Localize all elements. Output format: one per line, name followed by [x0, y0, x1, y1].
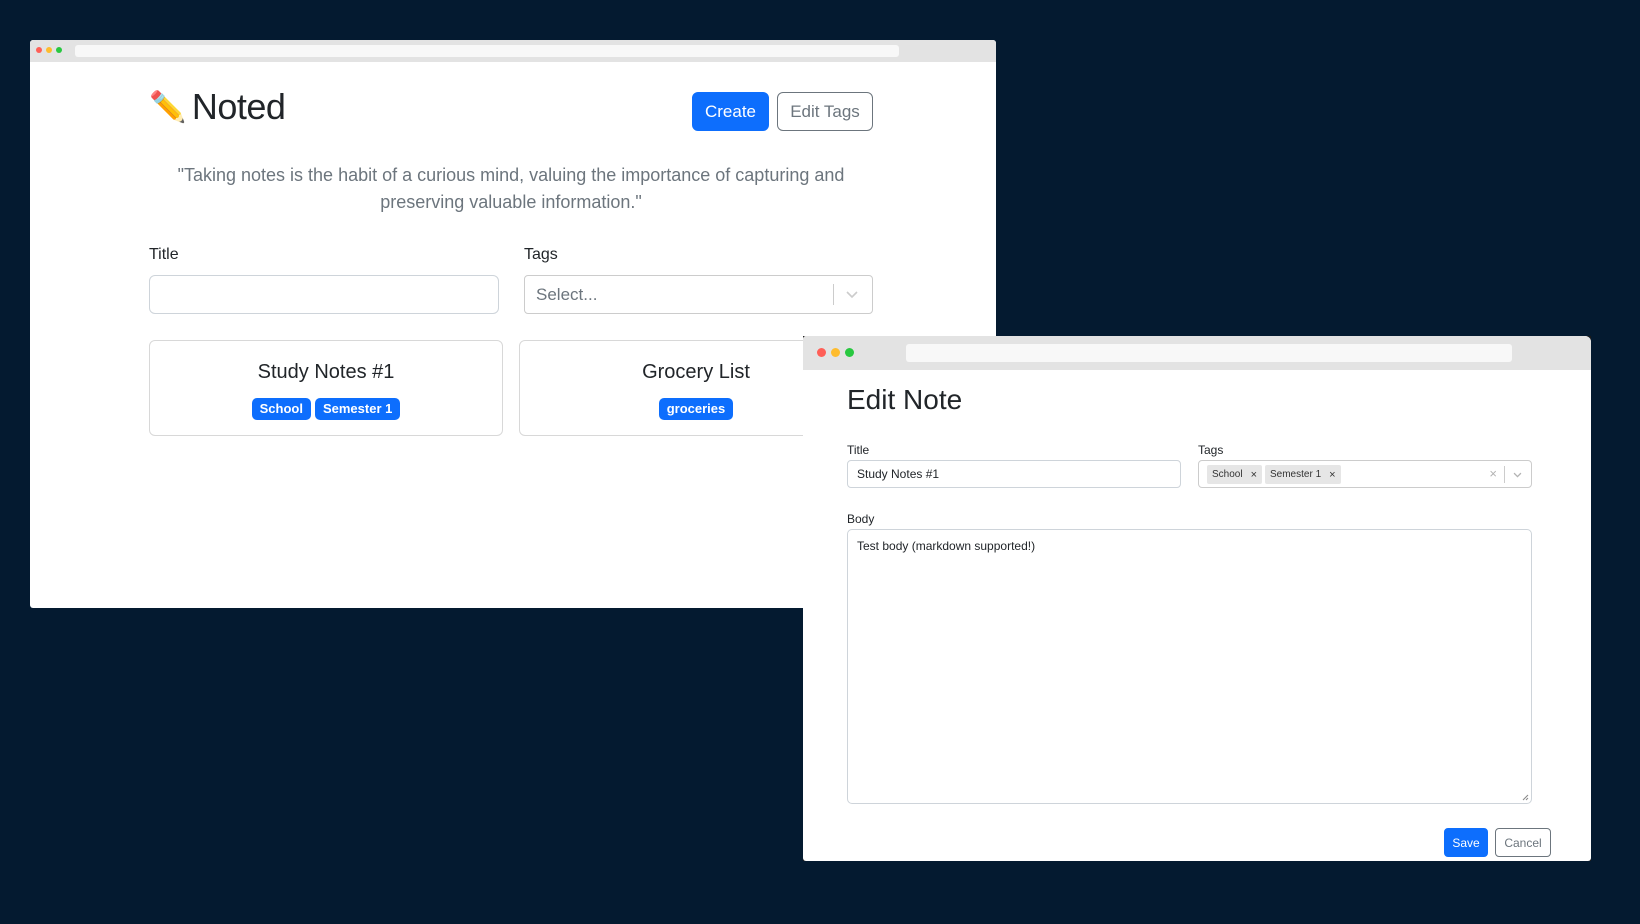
body-label: Body	[847, 512, 875, 526]
tags-filter-label: Tags	[524, 246, 558, 263]
chevron-down-icon[interactable]	[844, 286, 860, 302]
minimize-window-dot[interactable]	[831, 348, 840, 357]
edit-note-window: Edit Note Title Study Notes #1 Tags Scho…	[803, 336, 1591, 861]
edit-note-heading: Edit Note	[847, 384, 963, 415]
title-filter-label: Title	[149, 246, 179, 263]
note-card-tags: School Semester 1	[150, 398, 502, 420]
address-bar[interactable]	[906, 344, 1512, 362]
remove-tag-icon[interactable]: ×	[1246, 469, 1262, 481]
tag-chip: School ×	[1207, 465, 1262, 484]
cancel-button[interactable]: Cancel	[1495, 828, 1551, 857]
title-input[interactable]: Study Notes #1	[847, 460, 1181, 488]
tags-filter-placeholder: Select...	[536, 285, 598, 304]
close-window-dot[interactable]	[817, 348, 826, 357]
app-title-text: Noted	[191, 86, 286, 127]
save-button[interactable]: Save	[1444, 828, 1488, 857]
select-separator	[833, 284, 834, 305]
maximize-window-dot[interactable]	[56, 47, 62, 53]
quote-text: "Taking notes is the habit of a curious …	[177, 165, 845, 212]
close-window-dot[interactable]	[36, 47, 42, 53]
app-title: ✏️ Noted	[149, 86, 286, 128]
select-separator	[1504, 466, 1505, 483]
browser-titlebar	[803, 336, 1591, 370]
edit-tags-button[interactable]: Edit Tags	[777, 92, 873, 131]
body-text: Test body (markdown supported!)	[857, 539, 1036, 553]
body-textarea[interactable]: Test body (markdown supported!)	[847, 529, 1532, 804]
title-filter-input[interactable]	[149, 275, 499, 314]
tag-chip-label: Semester 1	[1270, 469, 1322, 480]
note-card[interactable]: Study Notes #1 School Semester 1	[149, 340, 503, 436]
tag-badge: Semester 1	[314, 398, 401, 420]
tag-badge: groceries	[658, 398, 734, 420]
chevron-down-icon[interactable]	[1512, 469, 1523, 480]
tags-filter-select[interactable]: Select...	[524, 275, 873, 314]
tags-multiselect[interactable]: School × Semester 1 × ×	[1198, 460, 1532, 488]
tags-label: Tags	[1198, 443, 1224, 457]
address-bar[interactable]	[75, 45, 899, 57]
maximize-window-dot[interactable]	[845, 348, 854, 357]
minimize-window-dot[interactable]	[46, 47, 52, 53]
clear-tags-icon[interactable]: ×	[1489, 466, 1497, 481]
tag-chip: Semester 1 ×	[1265, 465, 1341, 484]
tag-chip-label: School	[1212, 469, 1243, 480]
pencil-icon: ✏️	[149, 91, 186, 124]
resize-handle-icon[interactable]	[1522, 794, 1529, 801]
create-button[interactable]: Create	[692, 92, 769, 131]
tag-badge: School	[251, 398, 311, 420]
title-label: Title	[847, 443, 870, 457]
remove-tag-icon[interactable]: ×	[1324, 469, 1340, 481]
note-card-title: Study Notes #1	[257, 361, 395, 383]
browser-titlebar	[30, 40, 996, 62]
